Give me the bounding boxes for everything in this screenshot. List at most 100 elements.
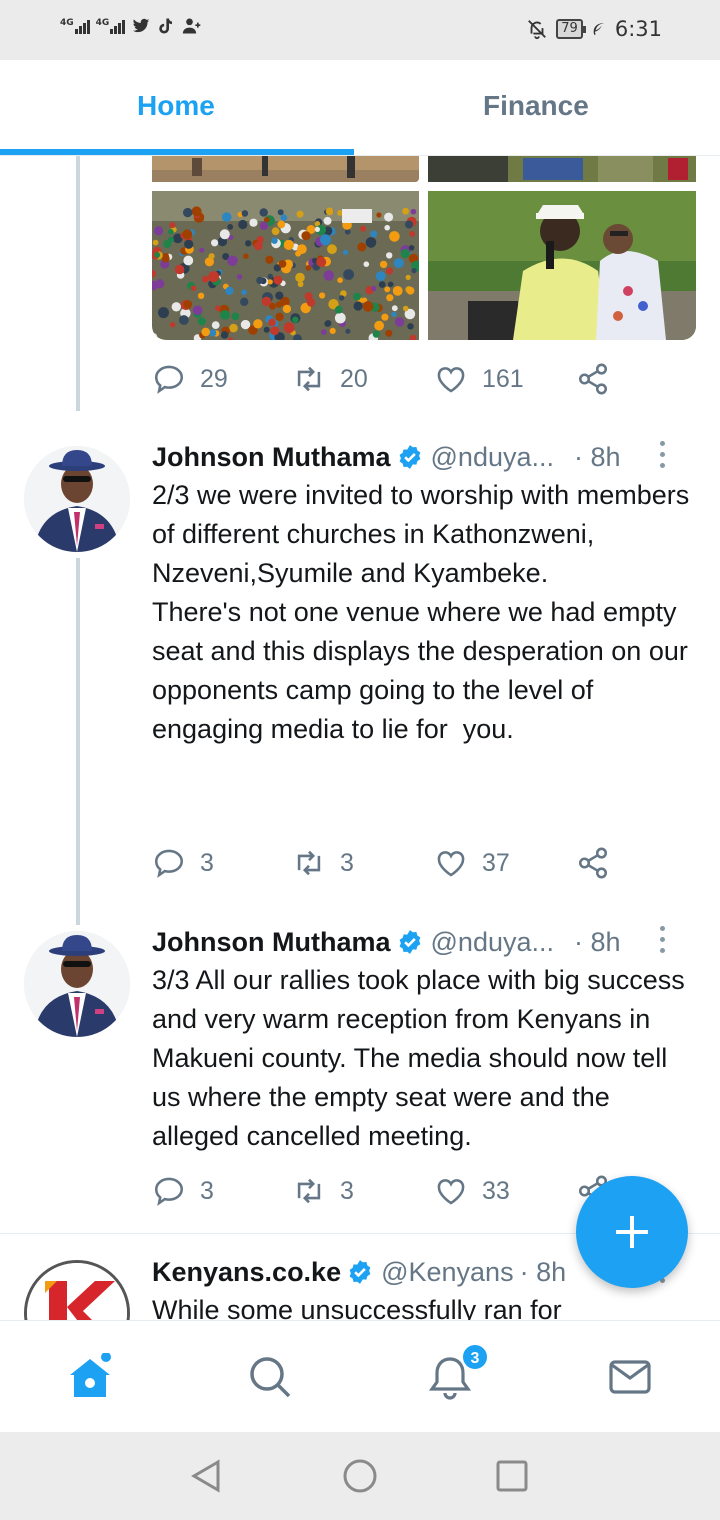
tweet-photo-crowd[interactable] — [152, 191, 419, 340]
system-back-button[interactable] — [186, 1456, 226, 1496]
nav-search-button[interactable] — [246, 1353, 294, 1401]
back-triangle-icon — [191, 1459, 220, 1493]
tweet-text: 2/3 we were invited to worship with memb… — [152, 480, 690, 744]
reply-icon — [154, 849, 184, 878]
twitter-bird-icon — [133, 18, 150, 33]
heart-icon — [437, 851, 465, 877]
retweet-count: 20 — [340, 364, 368, 393]
bell-muted-icon — [528, 20, 547, 40]
nav-home-button[interactable] — [66, 1352, 114, 1401]
like-button[interactable]: 33 — [434, 1174, 510, 1208]
reply-count: 3 — [200, 1176, 214, 1205]
network-type-label: 4G — [60, 18, 74, 28]
like-count: 37 — [482, 848, 510, 877]
like-count: 33 — [482, 1176, 510, 1205]
compose-tweet-button[interactable] — [576, 1176, 688, 1288]
author-handle: @nduya... — [430, 441, 554, 472]
tweet-actions: 3 3 37 — [152, 846, 632, 886]
tiktok-icon — [159, 18, 173, 34]
add-person-icon — [183, 18, 201, 34]
signal-icon — [110, 18, 126, 34]
messages-icon — [609, 1360, 651, 1394]
reply-icon — [154, 365, 184, 394]
tweet-photo[interactable] — [152, 156, 419, 182]
status-left: 4G 4G — [60, 16, 203, 36]
tweet-photo-speaker[interactable] — [428, 191, 696, 340]
system-navigation-bar — [0, 1432, 720, 1520]
avatar[interactable] — [24, 931, 130, 1037]
battery-icon: 79 — [556, 19, 586, 39]
more-options-icon[interactable] — [660, 926, 668, 956]
battery-level: 79 — [561, 21, 578, 36]
share-button[interactable] — [576, 362, 610, 396]
tweet-time: · 8h — [519, 1256, 567, 1287]
retweet-icon — [297, 1178, 321, 1204]
clock-text: 6:31 — [614, 17, 662, 41]
reply-count: 3 — [200, 848, 214, 877]
tab-active-indicator — [0, 149, 354, 155]
retweet-count: 3 — [340, 1176, 354, 1205]
retweet-icon — [297, 366, 321, 392]
more-options-icon[interactable] — [660, 441, 668, 471]
tweet-header: Johnson Muthama @nduya... · 8h — [152, 437, 702, 477]
like-button[interactable]: 161 — [434, 362, 524, 396]
home-circle-icon — [343, 1459, 377, 1493]
tweet-time: · 8h — [574, 441, 621, 472]
status-bar: 4G 4G 79 6:31 — [0, 0, 720, 60]
share-icon — [578, 847, 608, 879]
status-right: 79 6:31 — [526, 17, 662, 41]
search-icon — [250, 1357, 291, 1398]
retweet-icon — [297, 850, 321, 876]
leaf-icon — [593, 23, 605, 35]
author-name[interactable]: Johnson Muthama — [152, 442, 391, 473]
like-count: 161 — [482, 364, 524, 393]
notifications-badge: 3 — [461, 1343, 489, 1371]
tweet-text: While some unsuccessfully ran for — [152, 1295, 562, 1320]
reply-icon — [154, 1177, 184, 1206]
reply-button[interactable]: 3 — [152, 1174, 214, 1208]
heart-icon — [437, 367, 465, 393]
tweet-photo[interactable] — [428, 156, 696, 182]
author-handle: @nduya... — [430, 926, 554, 957]
author-handle: @Kenyans — [381, 1256, 514, 1287]
recents-square-icon — [496, 1460, 528, 1492]
avatar[interactable] — [24, 1260, 130, 1320]
share-icon — [578, 363, 608, 395]
share-button[interactable] — [576, 846, 610, 880]
retweet-count: 3 — [340, 848, 354, 877]
reply-button[interactable]: 3 — [152, 846, 214, 880]
author-name[interactable]: Kenyans.co.ke — [152, 1257, 341, 1288]
author-name[interactable]: Johnson Muthama — [152, 927, 391, 958]
tweet-text: 3/3 All our rallies took place with big … — [152, 965, 693, 1151]
signal-2: 4G — [96, 18, 126, 34]
reply-count: 29 — [200, 364, 228, 393]
tweet-header: Johnson Muthama @nduya... · 8h — [152, 922, 702, 962]
tweet-actions: 3 3 33 — [152, 1174, 632, 1214]
bottom-navigation — [0, 1320, 720, 1432]
tab-home[interactable]: Home — [137, 90, 215, 122]
avatar[interactable] — [24, 446, 130, 552]
reply-button[interactable]: 29 — [152, 362, 228, 396]
verified-badge-icon — [349, 1260, 371, 1284]
tab-finance[interactable]: Finance — [483, 90, 589, 122]
heart-icon — [437, 1179, 465, 1205]
system-recents-button[interactable] — [492, 1456, 532, 1496]
signal-icon — [74, 18, 90, 34]
retweet-button[interactable]: 3 — [292, 1174, 354, 1208]
tweet-time: · 8h — [574, 926, 621, 957]
top-tabs: Home Finance — [0, 60, 720, 156]
thread-line — [76, 558, 80, 925]
thread-line — [76, 156, 80, 411]
retweet-button[interactable]: 3 — [292, 846, 354, 880]
network-type-label: 4G — [95, 18, 110, 28]
nav-messages-button[interactable] — [606, 1353, 654, 1401]
like-button[interactable]: 37 — [434, 846, 510, 880]
retweet-button[interactable]: 20 — [292, 362, 368, 396]
signal-1: 4G — [60, 18, 90, 34]
home-icon — [70, 1352, 111, 1397]
tweet-actions: 29 20 161 — [152, 362, 632, 402]
plus-icon — [616, 1216, 648, 1248]
verified-badge-icon — [399, 445, 420, 469]
system-home-button[interactable] — [340, 1456, 380, 1496]
timeline-feed[interactable]: 29 20 161 Johnson Muthama @nduya... · 8h… — [0, 156, 720, 1320]
